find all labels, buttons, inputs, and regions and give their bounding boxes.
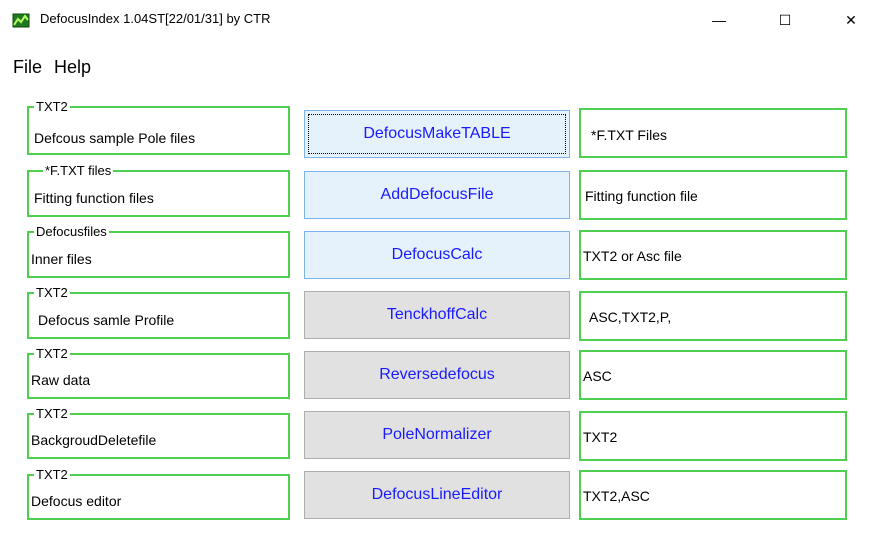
- group-legend: TXT2: [34, 346, 70, 361]
- input-group: TXT2 Defocus samle Profile: [27, 285, 290, 339]
- button-label: TenckhoffCalc: [386, 306, 488, 323]
- result-text: TXT2 or Asc file: [583, 248, 682, 264]
- group-legend: TXT2: [34, 285, 70, 300]
- app-icon: [12, 13, 30, 28]
- reversedefocus-button[interactable]: Reversedefocus: [304, 351, 570, 399]
- result-box: *F.TXT Files: [579, 108, 847, 158]
- input-group: TXT2 Defocus editor: [27, 467, 290, 520]
- group-description: BackgroudDeletefile: [31, 432, 157, 448]
- close-button[interactable]: ✕: [828, 0, 874, 40]
- group-description: Raw data: [31, 372, 91, 388]
- button-label: DefocusLineEditor: [371, 486, 503, 503]
- result-text: ASC: [583, 368, 612, 384]
- group-legend: TXT2: [34, 99, 70, 114]
- tenckhoff-calc-button[interactable]: TenckhoffCalc: [304, 291, 570, 339]
- menu-help[interactable]: Help: [54, 57, 91, 78]
- button-label: PoleNormalizer: [382, 426, 492, 443]
- maximize-button[interactable]: ☐: [762, 0, 808, 40]
- menu-file[interactable]: File: [13, 57, 42, 78]
- result-box: ASC,TXT2,P,: [579, 291, 847, 341]
- result-text: TXT2,ASC: [583, 488, 650, 504]
- add-defocus-file-button[interactable]: AddDefocusFile: [304, 171, 570, 219]
- group-legend: *F.TXT files: [43, 163, 114, 178]
- input-group: TXT2 BackgroudDeletefile: [27, 406, 290, 459]
- input-group: TXT2 Defcous sample Pole files: [27, 99, 290, 155]
- defocus-line-editor-button[interactable]: DefocusLineEditor: [304, 471, 570, 519]
- group-legend: TXT2: [34, 406, 70, 421]
- group-description: Defocus editor: [31, 493, 122, 509]
- button-label: DefocusCalc: [391, 246, 483, 263]
- button-label: AddDefocusFile: [380, 186, 494, 203]
- menu-bar: File Help: [0, 57, 875, 79]
- pole-normalizer-button[interactable]: PoleNormalizer: [304, 411, 570, 459]
- result-box: ASC: [579, 350, 847, 400]
- result-box: Fitting function file: [579, 170, 847, 220]
- group-legend: Defocusfiles: [34, 224, 109, 239]
- result-box: TXT2,ASC: [579, 470, 847, 520]
- result-text: ASC,TXT2,P,: [589, 309, 672, 325]
- group-description: Defcous sample Pole files: [34, 130, 196, 146]
- input-group: Defocusfiles Inner files: [27, 224, 290, 278]
- group-legend: TXT2: [34, 467, 70, 482]
- defocus-make-table-button[interactable]: DefocusMakeTABLE: [304, 110, 570, 158]
- result-box: TXT2: [579, 411, 847, 461]
- window-title: DefocusIndex 1.04ST[22/01/31] by CTR: [40, 11, 271, 26]
- focus-ring: [308, 114, 566, 154]
- group-description: Inner files: [31, 251, 92, 267]
- result-text: TXT2: [583, 429, 618, 445]
- input-group: *F.TXT files Fitting function files: [27, 163, 290, 217]
- minimize-button[interactable]: —: [696, 0, 742, 40]
- button-label: Reversedefocus: [379, 366, 495, 383]
- title-bar: DefocusIndex 1.04ST[22/01/31] by CTR — ☐…: [0, 0, 875, 40]
- defocus-calc-button[interactable]: DefocusCalc: [304, 231, 570, 279]
- input-group: TXT2 Raw data: [27, 346, 290, 399]
- group-description: Fitting function files: [34, 190, 154, 206]
- result-box: TXT2 or Asc file: [579, 230, 847, 280]
- result-text: Fitting function file: [585, 188, 698, 204]
- group-description: Defocus samle Profile: [38, 312, 175, 328]
- result-text: *F.TXT Files: [591, 127, 667, 143]
